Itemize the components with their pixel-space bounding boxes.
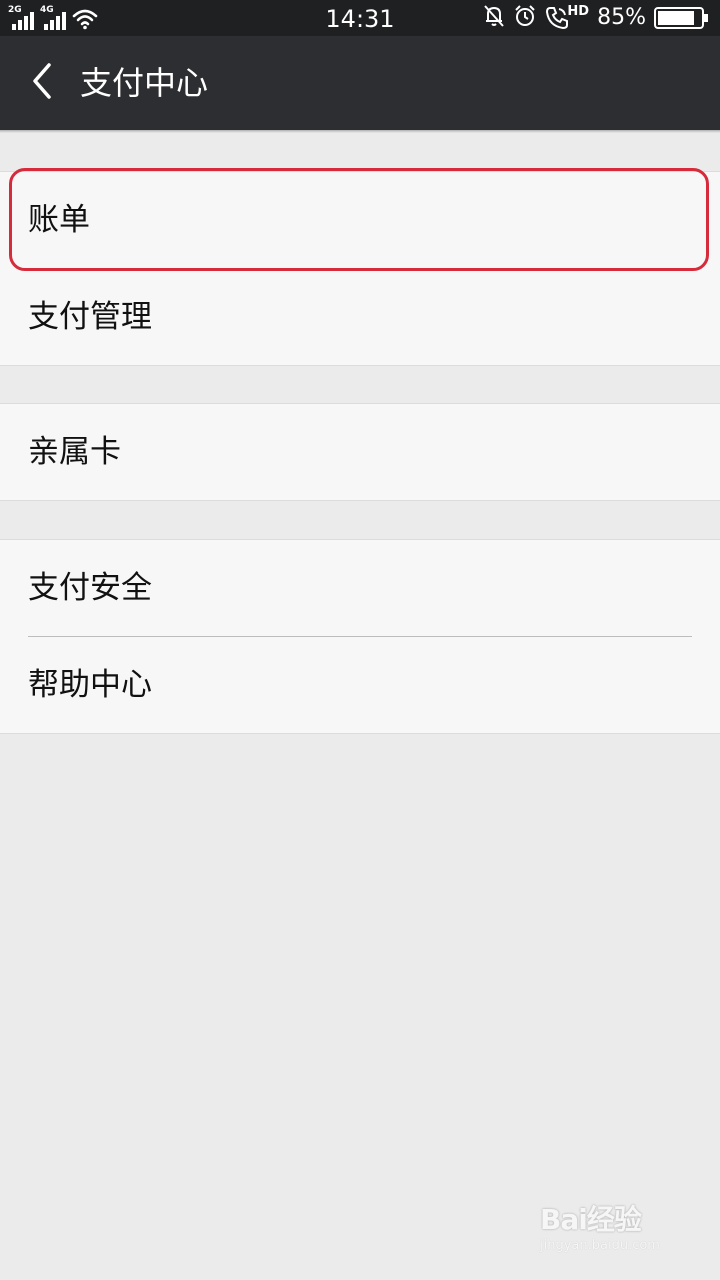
list-item-label: 帮助中心 [28,667,152,703]
battery-icon [654,6,710,30]
status-right: HD 85% [483,4,710,32]
page-title: 支付中心 [80,64,209,102]
back-button[interactable] [20,60,64,106]
list-group-1: 账单 支付管理 [0,171,720,366]
alarm-icon [513,4,537,32]
list-item-bill[interactable]: 账单 [0,172,720,268]
action-bar-shadow [0,130,720,133]
watermark-url: jingyan.baidu.com [540,1238,660,1253]
list-item-help-center[interactable]: 帮助中心 [0,637,720,733]
list-item-label: 亲属卡 [28,434,121,470]
list-item-label: 支付安全 [28,570,152,606]
mute-icon [483,4,505,32]
list-item-label: 支付管理 [28,299,152,335]
list-item-family-card[interactable]: 亲属卡 [0,404,720,500]
list-item-label: 账单 [28,202,90,238]
battery-percent: 85% [597,5,646,30]
watermark: Bai经验 jingyan.baidu.com [540,1198,680,1258]
list-item-payment-security[interactable]: 支付安全 [0,540,720,636]
action-bar: 支付中心 [0,36,720,130]
watermark-text: Bai经验 [540,1203,642,1236]
hd-label: HD [567,4,590,19]
status-bar: 2G 4G 14:31 HD 85% [0,0,720,36]
list-group-2: 亲属卡 [0,403,720,501]
chevron-left-icon [30,61,54,105]
list-item-payment-management[interactable]: 支付管理 [0,269,720,365]
list-group-3: 支付安全 帮助中心 [0,539,720,734]
call-hd-icon: HD [545,5,589,31]
